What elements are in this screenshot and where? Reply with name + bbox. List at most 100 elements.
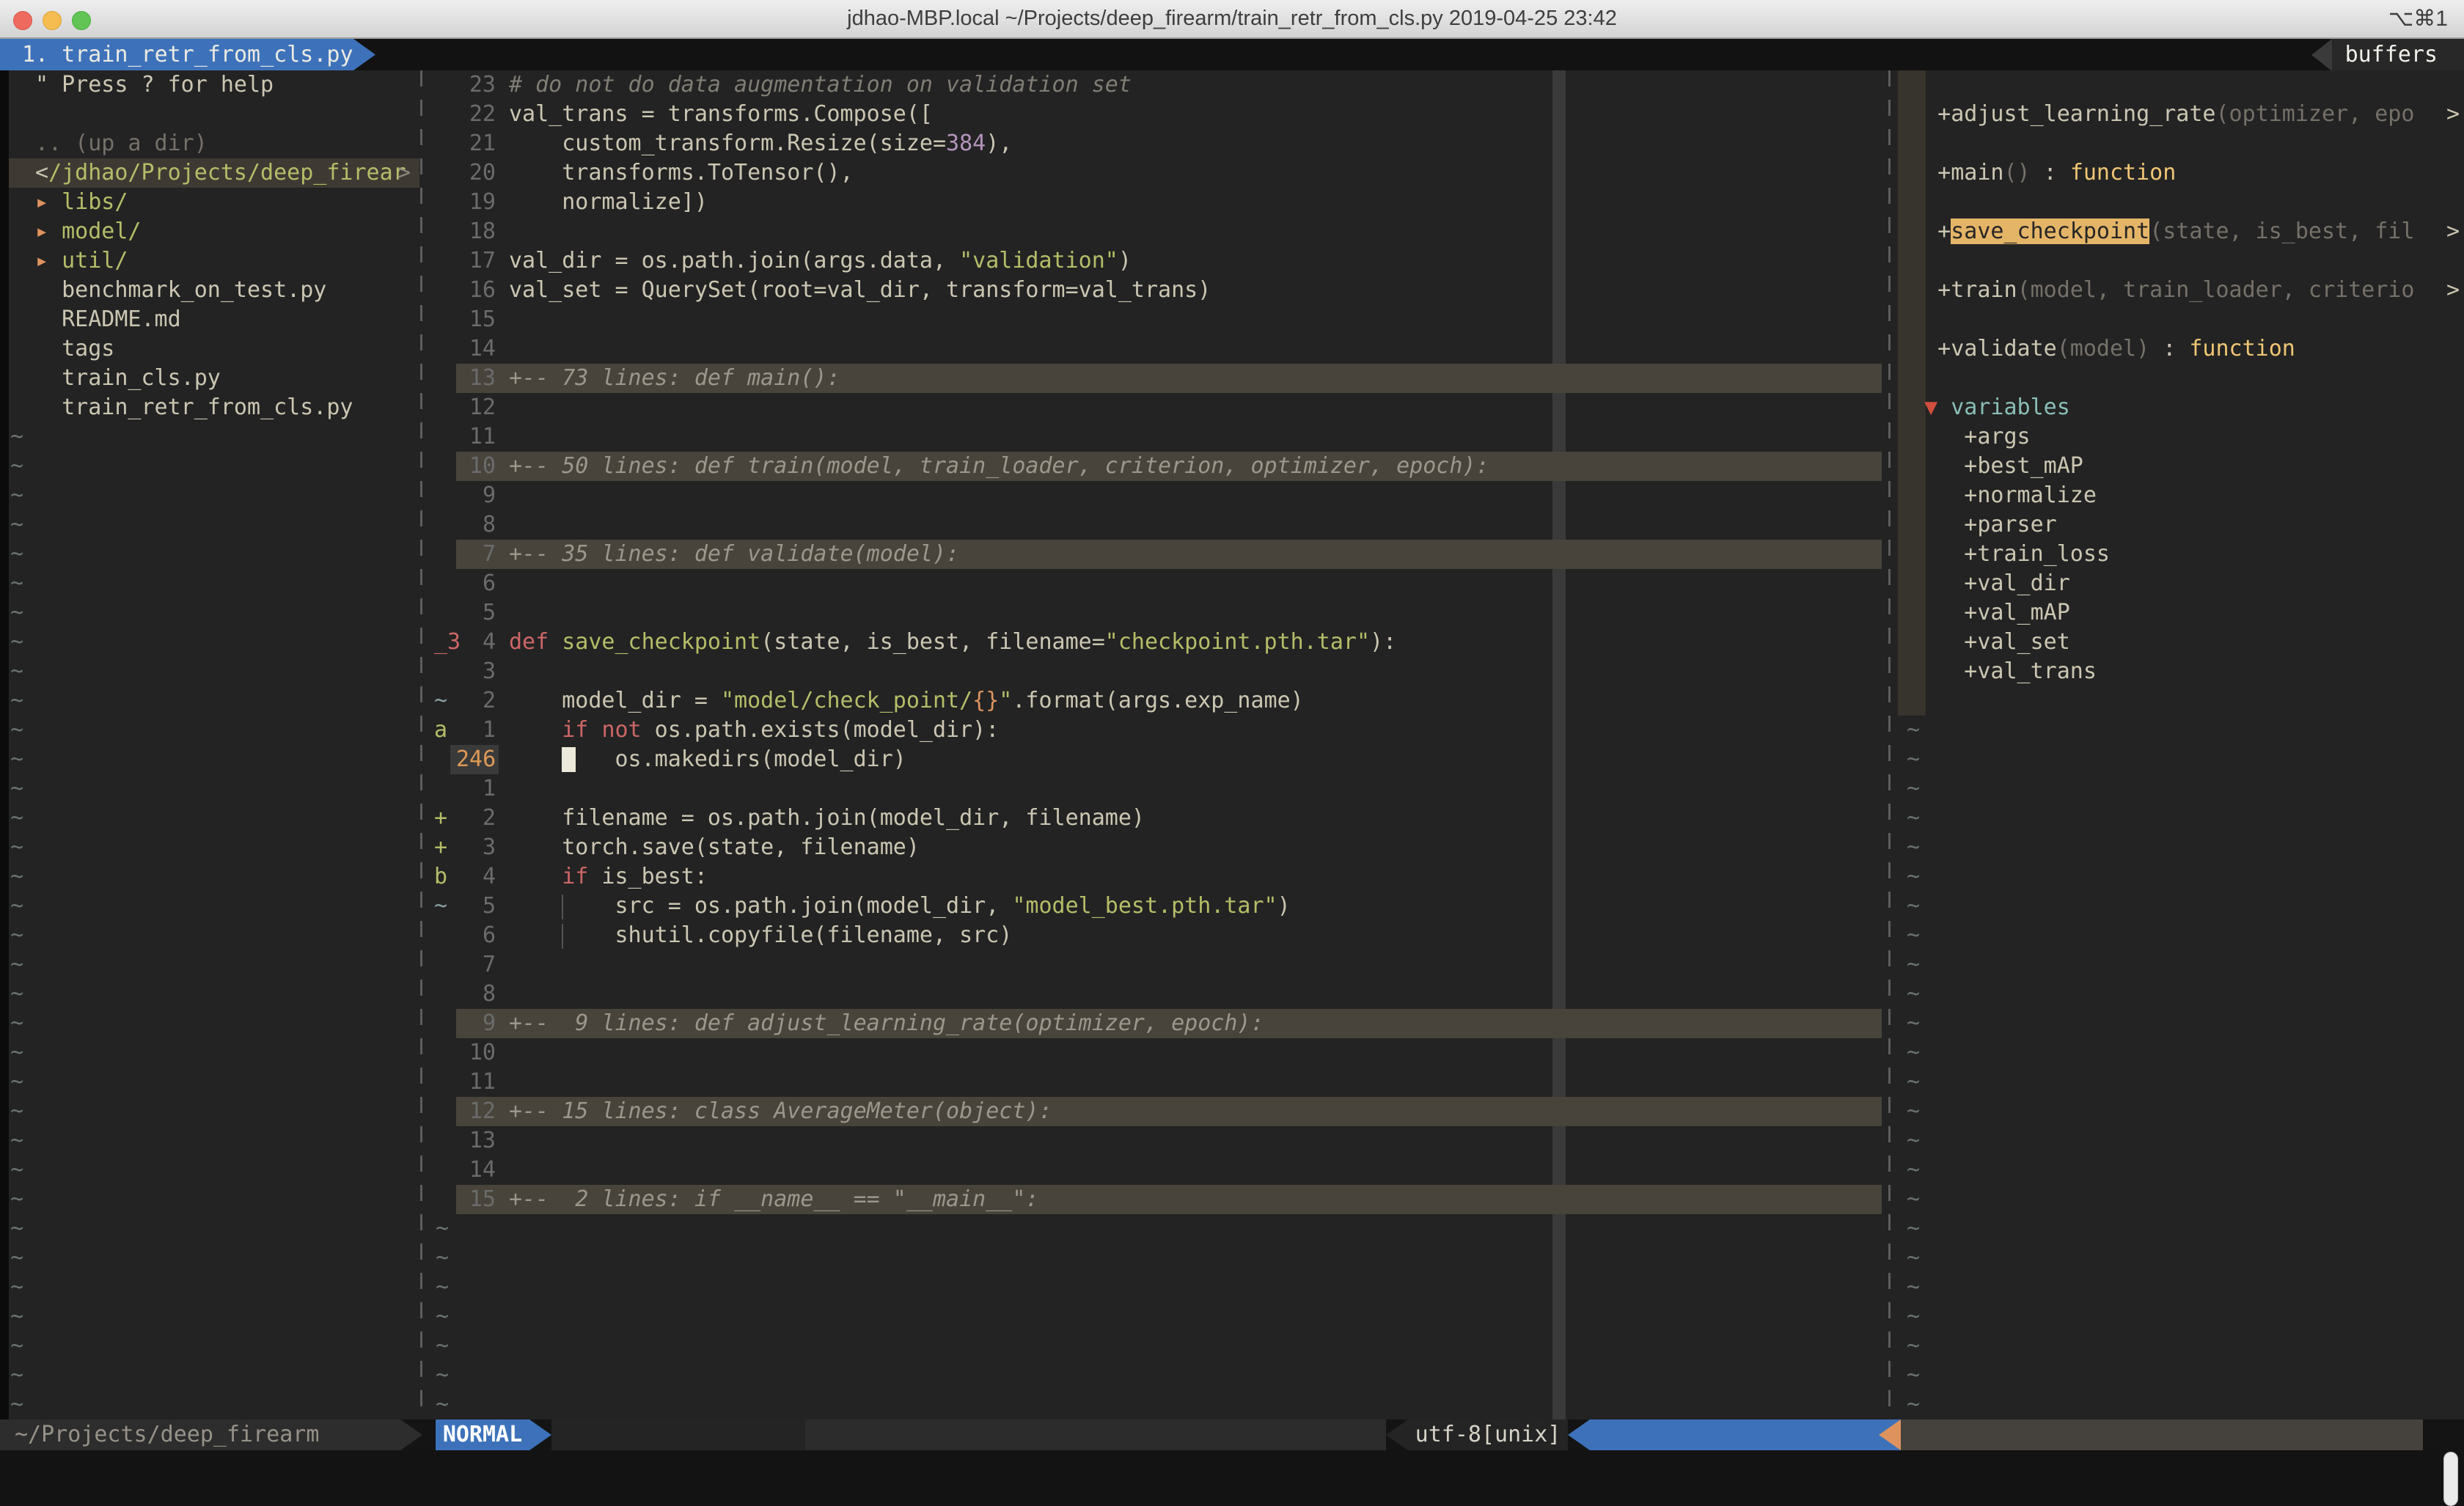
tree-item[interactable]: ▸ libs/ bbox=[9, 188, 419, 217]
fold-line[interactable]: 9+-- 9 lines: def adjust_learning_rate(o… bbox=[430, 1009, 1888, 1038]
code-line[interactable]: 11 bbox=[430, 1068, 1888, 1097]
code-line[interactable]: 15 bbox=[430, 305, 1888, 334]
fold-line[interactable]: 10+-- 50 lines: def train(model, train_l… bbox=[430, 452, 1888, 481]
tag-entry[interactable]: +validate(model) : function bbox=[1898, 334, 2464, 364]
code-line[interactable]: 8 bbox=[430, 980, 1888, 1009]
empty-line: ~ bbox=[9, 1302, 419, 1331]
empty-line: ~ bbox=[9, 980, 419, 1009]
empty-line: ~ bbox=[9, 569, 419, 598]
tagbar-panel[interactable]: +adjust_learning_rate(optimizer, epo> +m… bbox=[1898, 70, 2464, 1419]
fold-line[interactable]: 15+-- 2 lines: if __name__ == "__main__"… bbox=[430, 1185, 1888, 1214]
code-line[interactable]: 17val_dir = os.path.join(args.data, "val… bbox=[430, 246, 1888, 276]
tag-entry[interactable]: +adjust_learning_rate(optimizer, epo> bbox=[1898, 100, 2464, 129]
code-line[interactable]: 21 custom_transform.Resize(size=384), bbox=[430, 129, 1888, 158]
tab-train-retr-from-cls[interactable]: 1. train_retr_from_cls.py bbox=[0, 39, 375, 70]
code-line[interactable]: 20 transforms.ToTensor(), bbox=[430, 158, 1888, 188]
tag-entry[interactable]: +normalize bbox=[1898, 481, 2464, 510]
tree-item[interactable]: ▸ model/ bbox=[9, 217, 419, 246]
tree-item[interactable]: " Press ? for help bbox=[9, 70, 419, 100]
tag-entry[interactable]: +train(model, train_loader, criterio> bbox=[1898, 276, 2464, 305]
tag-entry[interactable]: +args bbox=[1898, 422, 2464, 452]
code-line[interactable]: 18 bbox=[430, 217, 1888, 246]
tag-entry[interactable]: +train_loss bbox=[1898, 540, 2464, 569]
fold-line[interactable]: 13+-- 73 lines: def main(): bbox=[430, 364, 1888, 393]
code-line[interactable]: 13 bbox=[430, 1126, 1888, 1156]
tree-item[interactable]: .. (up a dir) bbox=[9, 129, 419, 158]
scrollbar-thumb[interactable] bbox=[2443, 1452, 2458, 1506]
code-line[interactable]: 10 bbox=[430, 1038, 1888, 1068]
code-line[interactable]: 11 bbox=[430, 422, 1888, 452]
code-line[interactable]: 14 bbox=[430, 334, 1888, 364]
code-line[interactable]: 4b if is_best: bbox=[430, 862, 1888, 892]
window-separator[interactable] bbox=[1888, 70, 1891, 1419]
tag-entry[interactable]: ▼ variables bbox=[1898, 393, 2464, 422]
code-line[interactable]: 12 bbox=[430, 393, 1888, 422]
tree-item[interactable]: tags bbox=[9, 334, 419, 364]
empty-line: ~ bbox=[9, 1126, 419, 1156]
code-line[interactable]: 8 bbox=[430, 510, 1888, 540]
command-line[interactable] bbox=[0, 1450, 2464, 1506]
code-line[interactable]: 246 os.makedirs(model_dir) bbox=[430, 745, 1888, 774]
code-line[interactable]: 5~ src = os.path.join(model_dir, "model_… bbox=[430, 892, 1888, 921]
tag-entry[interactable]: +val_mAP bbox=[1898, 598, 2464, 628]
truncation-icon: > bbox=[2446, 276, 2460, 305]
empty-line: ~ bbox=[9, 686, 419, 716]
code-line[interactable]: 7 bbox=[430, 950, 1888, 980]
window-separator[interactable] bbox=[420, 70, 422, 1419]
tree-item[interactable]: ▸ util/ bbox=[9, 246, 419, 276]
gutter-sign: + bbox=[434, 833, 447, 862]
tree-item[interactable]: README.md bbox=[9, 305, 419, 334]
code-line[interactable]: 5 bbox=[430, 598, 1888, 628]
tag-entry[interactable]: +parser bbox=[1898, 510, 2464, 540]
empty-line: ~ bbox=[430, 1244, 1888, 1273]
nerdtree-root-path[interactable]: </jdhao/Projects/deep_firear> bbox=[9, 158, 419, 188]
code-line[interactable]: 2+ filename = os.path.join(model_dir, fi… bbox=[430, 804, 1888, 833]
code-line[interactable]: 4_3def save_checkpoint(state, is_best, f… bbox=[430, 628, 1888, 657]
tag-spacer bbox=[1898, 188, 2464, 217]
code-line[interactable]: 3 bbox=[430, 657, 1888, 686]
tree-item[interactable]: train_cls.py bbox=[9, 364, 419, 393]
tag-entry[interactable]: +best_mAP bbox=[1898, 452, 2464, 481]
code-line[interactable]: 1 bbox=[430, 774, 1888, 804]
tag-spacer bbox=[1898, 246, 2464, 276]
tag-spacer bbox=[1898, 364, 2464, 393]
tag-spacer bbox=[1898, 129, 2464, 158]
code-line[interactable]: 2~ model_dir = "model/check_point/{}".fo… bbox=[430, 686, 1888, 716]
powerline-arrow-icon bbox=[1386, 1419, 1408, 1450]
empty-line: ~ bbox=[9, 804, 419, 833]
code-line[interactable]: 6 shutil.copyfile(filename, src) bbox=[430, 921, 1888, 950]
code-line[interactable]: 16val_set = QuerySet(root=val_dir, trans… bbox=[430, 276, 1888, 305]
tree-item[interactable]: train_retr_from_cls.py bbox=[9, 393, 419, 422]
empty-line: ~ bbox=[1898, 921, 2464, 950]
fold-line[interactable]: 7+-- 35 lines: def validate(model): bbox=[430, 540, 1888, 569]
code-line[interactable]: 6 bbox=[430, 569, 1888, 598]
code-line[interactable]: 9 bbox=[430, 481, 1888, 510]
code-line[interactable]: 22val_trans = transforms.Compose([ bbox=[430, 100, 1888, 129]
code-line[interactable]: 1a if not os.path.exists(model_dir): bbox=[430, 716, 1888, 745]
code-line[interactable]: 23# do not do data augmentation on valid… bbox=[430, 70, 1888, 100]
tree-item[interactable]: benchmark_on_test.py bbox=[9, 276, 419, 305]
code-line[interactable]: 3+ torch.save(state, filename) bbox=[430, 833, 1888, 862]
code-line[interactable]: 19 normalize]) bbox=[430, 188, 1888, 217]
empty-line: ~ bbox=[1898, 1126, 2464, 1156]
tag-entry[interactable]: +main() : function bbox=[1898, 158, 2464, 188]
empty-line: ~ bbox=[9, 1361, 419, 1390]
empty-line: ~ bbox=[430, 1273, 1888, 1302]
empty-line: ~ bbox=[430, 1331, 1888, 1361]
code-editor[interactable]: 23# do not do data augmentation on valid… bbox=[430, 70, 1888, 1419]
nerdtree-panel[interactable]: " Press ? for help .. (up a dir)</jdhao/P… bbox=[9, 70, 419, 1419]
empty-line: ~ bbox=[1898, 1009, 2464, 1038]
empty-line: ~ bbox=[9, 745, 419, 774]
fold-line[interactable]: 12+-- 15 lines: class AverageMeter(objec… bbox=[430, 1097, 1888, 1126]
tag-entry[interactable]: +val_dir bbox=[1898, 569, 2464, 598]
empty-line: ~ bbox=[430, 1361, 1888, 1390]
empty-line: ~ bbox=[1898, 1390, 2464, 1419]
tag-entry[interactable]: +val_trans bbox=[1898, 657, 2464, 686]
tag-entry[interactable]: +save_checkpoint(state, is_best, fil> bbox=[1898, 217, 2464, 246]
code-line[interactable]: 14 bbox=[430, 1156, 1888, 1185]
empty-line: ~ bbox=[1898, 1302, 2464, 1331]
empty-line: ~ bbox=[430, 1302, 1888, 1331]
shortcut-indicator: ⌥⌘1 bbox=[2388, 0, 2448, 37]
tree-item[interactable] bbox=[9, 100, 419, 129]
tag-entry[interactable]: +val_set bbox=[1898, 628, 2464, 657]
